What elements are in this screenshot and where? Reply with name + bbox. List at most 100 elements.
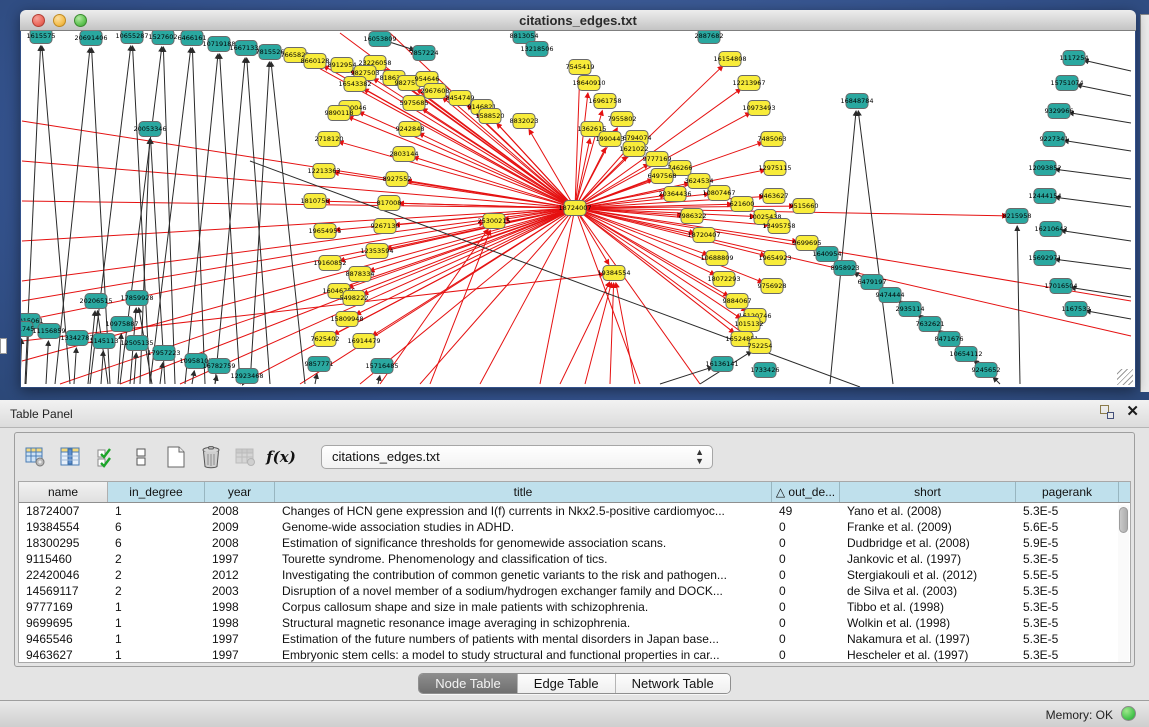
graph-node[interactable]: 6497568	[648, 169, 677, 184]
graph-node[interactable]: 12923468	[230, 369, 263, 384]
graph-node[interactable]: 2803144	[390, 147, 419, 162]
graph-node[interactable]: 2935114	[896, 302, 925, 317]
graph-node[interactable]: 19384554	[597, 266, 630, 281]
row-height-icon[interactable]	[128, 444, 154, 470]
network-canvas[interactable]: 1615575206914061065528715276026466161107…	[21, 31, 1135, 387]
graph-node[interactable]: 10973493	[742, 101, 775, 116]
column-header-5[interactable]: short	[840, 482, 1016, 502]
graph-node[interactable]: 7485063	[758, 132, 787, 147]
graph-node[interactable]: 25300215	[477, 214, 510, 229]
network-window-titlebar[interactable]: citations_edges.txt	[20, 10, 1136, 31]
graph-node[interactable]: 16154808	[713, 52, 746, 67]
table-scrollbar-thumb[interactable]	[1119, 507, 1128, 533]
graph-node[interactable]: 1167533	[1062, 302, 1091, 317]
graph-node[interactable]: 16053809	[363, 32, 396, 47]
graph-node[interactable]: 20206515	[79, 294, 112, 309]
tab-network-table[interactable]: Network Table	[616, 674, 730, 693]
column-header-1[interactable]: in_degree	[108, 482, 205, 502]
graph-node[interactable]: 621600	[730, 197, 755, 212]
graph-node[interactable]: 12975115	[758, 161, 791, 176]
graph-node[interactable]: 9242848	[396, 122, 425, 137]
table-row[interactable]: 1872400712008Changes of HCN gene express…	[19, 503, 1130, 519]
table-scrollbar[interactable]	[1118, 505, 1129, 662]
table-row[interactable]: 1830029562008Estimation of significance …	[19, 535, 1130, 551]
graph-node[interactable]: 1527602	[149, 31, 178, 45]
float-panel-icon[interactable]	[1100, 405, 1114, 419]
show-columns-icon[interactable]	[58, 444, 84, 470]
table-row[interactable]: 969969511998Structural magnetic resonanc…	[19, 615, 1130, 631]
select-rows-icon[interactable]	[93, 444, 119, 470]
graph-node[interactable]: 12093852	[1028, 161, 1061, 176]
graph-node[interactable]: 1015132	[735, 317, 764, 332]
graph-node[interactable]: 10688809	[700, 251, 733, 266]
table-source-dropdown[interactable]: citations_edges.txt ▲▼	[321, 445, 713, 469]
graph-node[interactable]: 9884067	[723, 294, 752, 309]
graph-node[interactable]: 7632621	[916, 317, 945, 332]
graph-node[interactable]: 12213967	[732, 76, 765, 91]
graph-node[interactable]: 16210643	[1034, 222, 1067, 237]
table-row[interactable]: 1938455462009Genome-wide association stu…	[19, 519, 1130, 535]
new-table-icon[interactable]	[163, 444, 189, 470]
delete-table-icon[interactable]	[198, 444, 224, 470]
graph-node[interactable]: 9756928	[758, 279, 787, 294]
graph-node[interactable]: 16848784	[840, 94, 873, 109]
graph-node[interactable]: 7625402	[311, 332, 340, 347]
graph-node[interactable]: 12213363	[307, 164, 340, 179]
graph-node[interactable]: 1615575	[27, 31, 56, 44]
graph-node[interactable]: 16136141	[705, 357, 738, 372]
graph-node[interactable]: 8878334	[346, 267, 375, 282]
graph-node[interactable]: 9227341	[1040, 132, 1069, 147]
graph-node[interactable]: 19654923	[758, 251, 791, 266]
graph-node[interactable]: 2887682	[695, 31, 724, 44]
graph-node[interactable]: 1733426	[751, 363, 780, 378]
graph-node[interactable]: 9515660	[790, 199, 819, 214]
table-row[interactable]: 911546021997Tourette syndrome. Phenomeno…	[19, 551, 1130, 567]
graph-node[interactable]: 1117254	[1060, 51, 1089, 66]
graph-node[interactable]: 8660128	[301, 54, 330, 69]
graph-node[interactable]: 9329966	[1045, 104, 1074, 119]
graph-node[interactable]: 9463627	[760, 189, 789, 204]
graph-node[interactable]: 8832023	[510, 114, 539, 129]
graph-node[interactable]: 8215958	[1003, 209, 1032, 224]
table-row[interactable]: 977716911998Corpus callosum shape and si…	[19, 599, 1130, 615]
graph-node[interactable]: 1145113	[90, 334, 119, 349]
graph-node[interactable]: 20691406	[74, 31, 107, 46]
graph-node[interactable]: 12444154	[1028, 189, 1061, 204]
table-mode-icon[interactable]	[23, 444, 49, 470]
graph-node[interactable]: 7955802	[608, 112, 637, 127]
graph-node[interactable]: 20053346	[133, 122, 166, 137]
graph-node[interactable]: 8927552	[383, 172, 412, 187]
graph-node[interactable]: 817008	[377, 196, 402, 211]
graph-node[interactable]: 7857224	[410, 46, 439, 61]
table-row[interactable]: 946362711997Embryonic stem cells: a mode…	[19, 647, 1130, 663]
graph-node[interactable]: 19654955	[308, 224, 341, 239]
graph-node[interactable]: 2718120	[315, 132, 344, 147]
graph-node[interactable]: 5975685	[400, 96, 429, 111]
close-panel-icon[interactable]: ✕	[1126, 405, 1139, 419]
graph-node[interactable]: 752254	[748, 339, 773, 354]
graph-node[interactable]: 9474444	[876, 288, 905, 303]
graph-node[interactable]: 10654112	[949, 347, 982, 362]
graph-node[interactable]: 9267130	[371, 219, 400, 234]
window-resize-grip[interactable]	[1117, 369, 1133, 385]
graph-node[interactable]: 9857771	[305, 357, 334, 372]
graph-node[interactable]: 7545419	[566, 60, 595, 75]
table-row[interactable]: 946554611997Estimation of the future num…	[19, 631, 1130, 647]
graph-node[interactable]: 5498222	[340, 291, 369, 306]
graph-node[interactable]: 1810756	[301, 194, 330, 209]
graph-node[interactable]: 10655287	[115, 31, 148, 44]
function-builder-icon[interactable]: f(x)	[268, 444, 294, 470]
graph-node[interactable]: 9890118	[325, 106, 354, 121]
graph-node[interactable]: 8958923	[831, 261, 860, 276]
tab-edge-table[interactable]: Edge Table	[518, 674, 616, 693]
graph-node[interactable]: 15751074	[1050, 76, 1083, 91]
table-row[interactable]: 1456911722003Disruption of a novel membe…	[19, 583, 1130, 599]
graph-node[interactable]: 15692971	[1028, 251, 1061, 266]
graph-node[interactable]: 10975887	[105, 317, 138, 332]
graph-node[interactable]: 1588520	[476, 109, 505, 124]
graph-node[interactable]: 16961758	[588, 94, 621, 109]
graph-node[interactable]: 19160852	[313, 256, 346, 271]
graph-node[interactable]: 8471676	[935, 332, 964, 347]
graph-node[interactable]: 7986322	[678, 209, 707, 224]
graph-node[interactable]: 1640954	[813, 247, 842, 262]
